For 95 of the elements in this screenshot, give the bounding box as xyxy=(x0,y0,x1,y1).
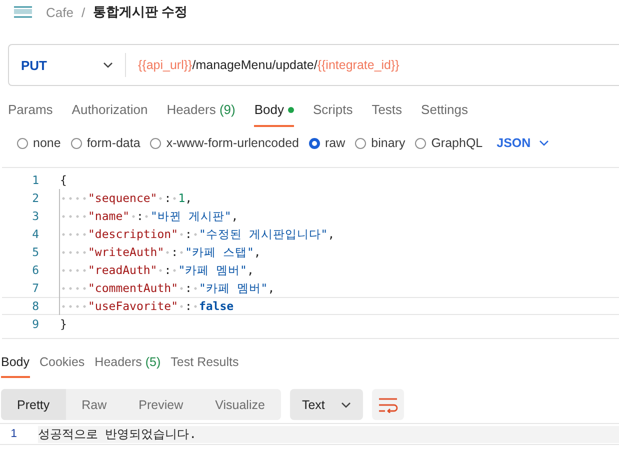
whitespace-marker xyxy=(60,196,88,200)
view-option[interactable]: Raw xyxy=(66,389,123,420)
whitespace-marker xyxy=(171,196,178,200)
json-string: "카페 멤버" xyxy=(178,262,247,278)
whitespace-marker xyxy=(143,214,150,218)
breadcrumb-separator: / xyxy=(81,4,86,20)
json-punctuation: } xyxy=(60,317,67,331)
line-number: 8 xyxy=(31,299,40,313)
json-key: "name" xyxy=(88,209,130,223)
json-punctuation: : xyxy=(185,281,192,295)
whitespace-marker xyxy=(60,286,88,290)
chevron-down-icon xyxy=(538,140,549,146)
request-tab[interactable]: Scripts xyxy=(312,96,363,125)
view-option[interactable]: Pretty xyxy=(1,389,66,420)
view-option[interactable]: Preview xyxy=(122,389,200,420)
line-number: 9 xyxy=(31,317,40,331)
line-number: 3 xyxy=(31,209,40,223)
request-tab[interactable]: Headers (9) xyxy=(166,96,246,125)
body-type-radio[interactable]: x-www-form-urlencoded xyxy=(150,136,299,150)
whitespace-marker xyxy=(157,196,164,200)
json-punctuation: , xyxy=(328,227,335,241)
json-string: "카페 스탭" xyxy=(185,244,254,260)
chevron-down-icon xyxy=(103,62,113,68)
whitespace-marker xyxy=(157,268,164,272)
json-key: "writeAuth" xyxy=(88,245,164,259)
line-number: 4 xyxy=(31,227,40,241)
whitespace-marker xyxy=(164,250,172,254)
request-tab[interactable]: Authorization xyxy=(72,96,158,125)
json-key: "commentAuth" xyxy=(88,281,178,295)
whitespace-marker xyxy=(192,286,199,290)
body-type-radio[interactable]: raw xyxy=(309,136,346,150)
body-type-radio[interactable]: none xyxy=(17,136,61,150)
line-number: 5 xyxy=(31,245,40,259)
whitespace-marker xyxy=(171,268,178,272)
json-punctuation: , xyxy=(254,245,261,259)
json-string: "카페 멤버" xyxy=(198,280,268,296)
response-text: 성공적으로 반영되었습니다. xyxy=(38,426,619,442)
json-punctuation: , xyxy=(185,191,192,205)
line-number: 7 xyxy=(31,281,40,295)
json-keyword: false xyxy=(198,299,234,313)
json-punctuation: : xyxy=(164,191,172,205)
whitespace-marker xyxy=(178,250,186,254)
json-punctuation: : xyxy=(164,263,172,277)
whitespace-marker xyxy=(60,214,88,218)
wrap-lines-icon xyxy=(376,396,399,412)
request-tab[interactable]: Settings xyxy=(421,96,478,125)
json-punctuation: : xyxy=(171,245,178,259)
line-number: 1 xyxy=(10,428,18,440)
json-key: "description" xyxy=(88,227,178,241)
collection-link[interactable]: Cafe xyxy=(46,4,74,20)
whitespace-marker xyxy=(130,214,137,218)
response-format-dropdown[interactable]: Text xyxy=(290,389,363,420)
response-tab[interactable]: Cookies xyxy=(40,355,85,376)
whitespace-marker xyxy=(178,304,186,308)
format-dropdown[interactable]: JSON xyxy=(496,136,549,150)
json-punctuation: , xyxy=(268,281,275,295)
body-type-radio[interactable]: form-data xyxy=(70,136,140,150)
json-key: "sequence" xyxy=(88,191,158,205)
json-punctuation: : xyxy=(185,227,192,241)
response-tab[interactable]: Test Results xyxy=(170,355,239,376)
whitespace-marker xyxy=(60,232,88,236)
http-icon xyxy=(12,4,34,20)
chevron-down-icon xyxy=(340,402,351,408)
json-key: "readAuth" xyxy=(88,263,158,277)
view-option[interactable]: Visualize xyxy=(199,389,281,420)
body-type-radio[interactable]: binary xyxy=(355,136,406,150)
json-punctuation: , xyxy=(246,263,254,277)
method-dropdown[interactable]: PUT xyxy=(9,53,126,77)
whitespace-marker xyxy=(60,250,88,254)
whitespace-marker xyxy=(60,268,88,272)
request-title: 통합게시판 수정 xyxy=(93,3,188,21)
url-input[interactable]: {{api_url}}/manageMenu/update/{{integrate_id}} xyxy=(126,58,400,72)
line-number: 2 xyxy=(31,191,40,205)
json-string: "바뀐 게시판" xyxy=(150,208,232,224)
json-punctuation: { xyxy=(60,173,67,187)
request-tab[interactable]: Params xyxy=(8,96,63,125)
line-number: 6 xyxy=(31,263,40,277)
json-punctuation: , xyxy=(231,209,238,223)
whitespace-marker xyxy=(192,232,199,236)
response-tab[interactable]: Body xyxy=(1,355,30,378)
json-string: "수정된 게시판입니다" xyxy=(198,226,328,242)
whitespace-marker xyxy=(192,304,199,308)
line-number: 1 xyxy=(31,173,40,187)
request-tab[interactable]: Body xyxy=(254,96,294,127)
json-punctuation: : xyxy=(136,209,144,223)
json-number: 1 xyxy=(178,191,186,205)
json-punctuation: : xyxy=(185,299,192,313)
whitespace-marker xyxy=(178,232,186,236)
whitespace-marker xyxy=(178,286,186,290)
json-key: "useFavorite" xyxy=(88,299,178,313)
response-tab[interactable]: Headers (5) xyxy=(94,355,161,376)
wrap-lines-button[interactable] xyxy=(372,389,404,420)
request-tab[interactable]: Tests xyxy=(372,96,412,125)
whitespace-marker xyxy=(60,304,88,308)
body-type-radio[interactable]: GraphQL xyxy=(415,136,483,150)
